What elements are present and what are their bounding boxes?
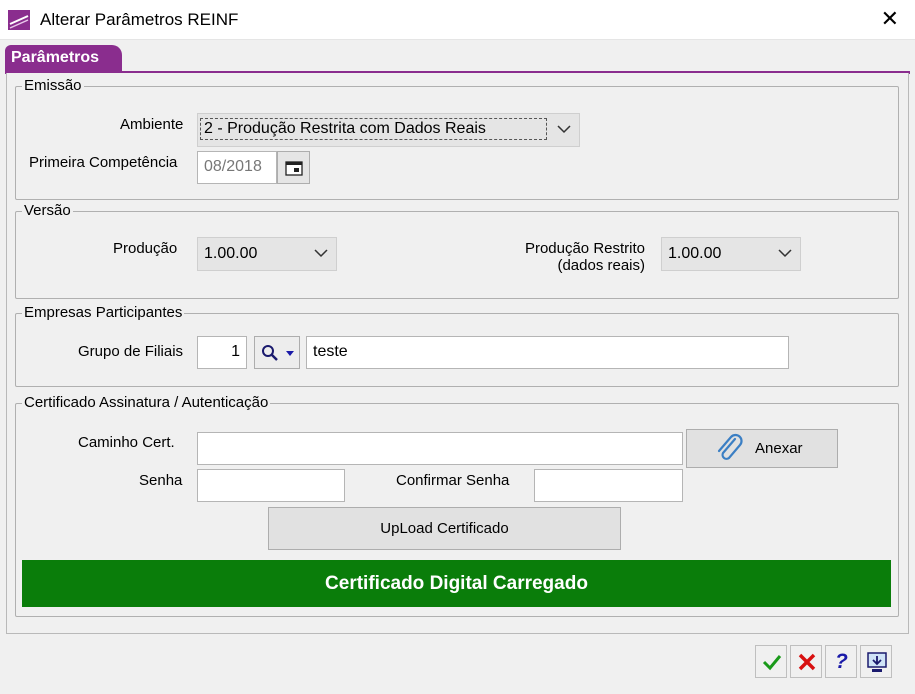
help-icon: ? <box>835 650 848 673</box>
cancel-button[interactable] <box>790 645 822 678</box>
restrito-label-line2: (dados reais) <box>557 257 645 274</box>
checkmark-icon <box>762 655 782 671</box>
group-emissao-legend: Emissão <box>22 77 84 94</box>
producao-select[interactable]: 1.00.00 <box>197 237 337 271</box>
senha-label: Senha <box>139 472 183 489</box>
group-versao-legend: Versão <box>22 202 73 219</box>
grupo-code-input[interactable]: 1 <box>197 336 247 369</box>
export-button[interactable] <box>860 645 892 678</box>
tab-parametros[interactable]: Parâmetros <box>5 45 122 71</box>
help-button[interactable]: ? <box>825 645 857 678</box>
title-bar: Alterar Parâmetros REINF ✕ <box>0 0 915 40</box>
ambiente-label: Ambiente <box>120 116 184 133</box>
grupo-filiais-label: Grupo de Filiais <box>78 343 184 360</box>
ambiente-select[interactable]: 2 - Produção Restrita com Dados Reais <box>197 113 580 147</box>
cancel-x-icon <box>798 653 816 671</box>
confirmar-senha-input[interactable] <box>534 469 683 502</box>
calendar-icon <box>284 161 303 176</box>
group-certificado-legend: Certificado Assinatura / Autenticação <box>22 394 271 411</box>
caminho-input[interactable] <box>197 432 683 465</box>
ambiente-select-value: 2 - Produção Restrita com Dados Reais <box>200 118 547 140</box>
anexar-label: Anexar <box>755 440 803 457</box>
senha-input[interactable] <box>197 469 345 502</box>
app-logo-icon <box>8 10 30 30</box>
group-empresas-legend: Empresas Participantes <box>22 304 185 321</box>
grupo-name-input[interactable]: teste <box>306 336 789 369</box>
chevron-down-icon <box>314 249 328 258</box>
anexar-button[interactable]: Anexar <box>686 429 838 468</box>
restrito-label: Produção Restrito (dados reais) <box>500 240 645 274</box>
restrito-label-line1: Produção Restrito <box>524 240 645 257</box>
chevron-down-icon <box>557 125 571 134</box>
export-screen-icon <box>867 652 887 672</box>
competencia-label: Primeira Competência <box>29 154 178 171</box>
paperclip-icon <box>717 433 743 460</box>
upload-certificado-label: UpLoad Certificado <box>380 520 509 537</box>
restrito-select[interactable]: 1.00.00 <box>661 237 801 271</box>
producao-select-value: 1.00.00 <box>204 245 258 262</box>
calendar-button[interactable] <box>277 151 310 184</box>
restrito-select-value: 1.00.00 <box>668 245 722 262</box>
close-button[interactable]: ✕ <box>881 6 899 32</box>
producao-label: Produção <box>113 240 178 257</box>
upload-certificado-button[interactable]: UpLoad Certificado <box>268 507 621 550</box>
confirmar-senha-label: Confirmar Senha <box>396 472 510 489</box>
confirm-button[interactable] <box>755 645 787 678</box>
dropdown-arrow-icon <box>286 351 294 356</box>
caminho-label: Caminho Cert. <box>78 434 175 451</box>
grupo-search-button[interactable] <box>254 336 300 369</box>
window-title: Alterar Parâmetros REINF <box>40 10 239 29</box>
certificado-status-banner: Certificado Digital Carregado <box>22 560 891 607</box>
competencia-input[interactable]: 08/2018 <box>197 151 277 184</box>
search-icon <box>262 345 278 361</box>
chevron-down-icon <box>778 249 792 258</box>
